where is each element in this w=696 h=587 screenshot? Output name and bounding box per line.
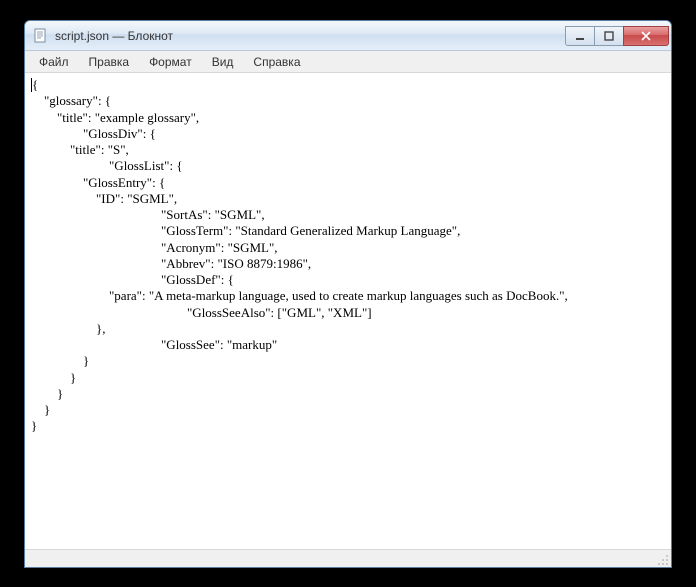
notepad-window: script.json — Блокнот Файл Правка Формат… — [24, 20, 672, 568]
menu-file[interactable]: Файл — [29, 53, 79, 71]
window-title: script.json — Блокнот — [55, 29, 566, 43]
menu-view[interactable]: Вид — [202, 53, 244, 71]
maximize-button[interactable] — [594, 26, 624, 46]
text-editor-area[interactable]: { "glossary": { "title": "example glossa… — [25, 73, 671, 549]
window-controls — [566, 26, 669, 46]
editor-content: { "glossary": { "title": "example glossa… — [31, 77, 568, 433]
app-icon — [33, 28, 49, 44]
menu-format[interactable]: Формат — [139, 53, 202, 71]
titlebar[interactable]: script.json — Блокнот — [25, 21, 671, 51]
resize-grip[interactable] — [657, 553, 669, 565]
minimize-button[interactable] — [565, 26, 595, 46]
close-button[interactable] — [623, 26, 669, 46]
statusbar — [25, 549, 671, 567]
menubar: Файл Правка Формат Вид Справка — [25, 51, 671, 73]
menu-edit[interactable]: Правка — [79, 53, 140, 71]
menu-help[interactable]: Справка — [243, 53, 310, 71]
